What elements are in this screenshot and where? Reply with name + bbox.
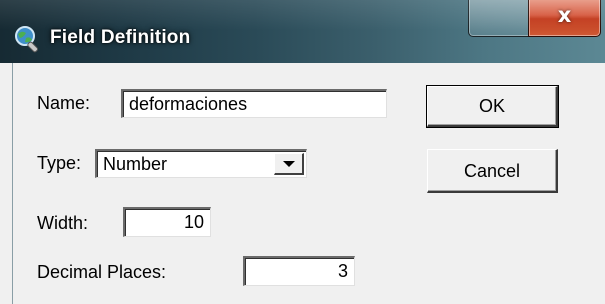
- name-label: Name:: [37, 93, 91, 113]
- width-input[interactable]: 10: [123, 207, 211, 237]
- field-definition-dialog: Field Definition x Name: deformaciones T…: [0, 0, 605, 304]
- decimal-places-input[interactable]: 3: [243, 256, 355, 286]
- width-label: Width:: [37, 213, 89, 233]
- decimal-places-label: Decimal Places:: [37, 262, 167, 282]
- window-title: Field Definition: [50, 27, 191, 48]
- type-select[interactable]: Number: [95, 149, 307, 178]
- minimize-button[interactable]: [468, 0, 530, 37]
- close-icon: x: [557, 3, 572, 27]
- ok-button[interactable]: OK: [426, 85, 559, 128]
- close-button[interactable]: x: [528, 0, 601, 37]
- title-bar[interactable]: Field Definition x: [0, 0, 605, 63]
- name-input[interactable]: deformaciones: [121, 89, 387, 118]
- cancel-button[interactable]: Cancel: [427, 149, 558, 193]
- type-label: Type:: [37, 153, 82, 173]
- dialog-body: Name: deformaciones Type: Number Width: …: [12, 63, 605, 304]
- magnifier-globe-icon: [15, 26, 39, 53]
- chevron-down-icon[interactable]: [274, 153, 304, 175]
- type-select-value: Number: [103, 154, 168, 174]
